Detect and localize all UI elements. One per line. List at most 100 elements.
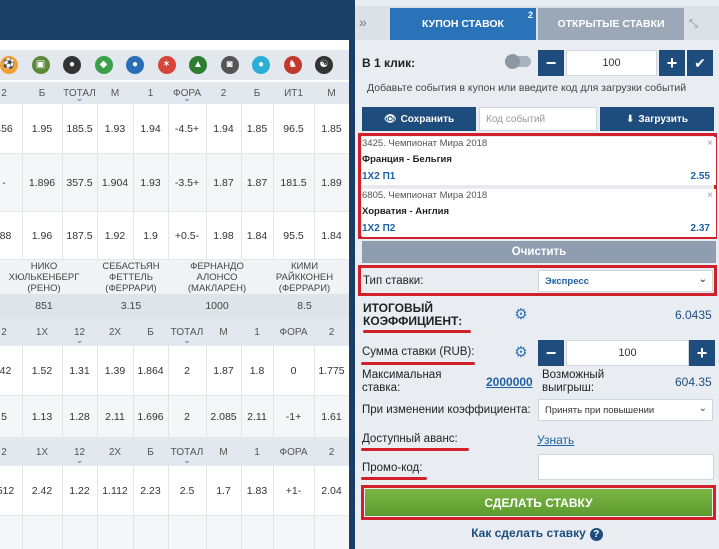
stake-amount-input[interactable]: 100: [566, 340, 689, 366]
odds-cell[interactable]: 0: [273, 346, 314, 395]
max-stake-link[interactable]: 2000000: [486, 375, 533, 389]
odds-cell[interactable]: 2.11: [97, 396, 133, 437]
event-code-input[interactable]: [479, 107, 597, 131]
odds-cell[interactable]: 1.87: [241, 154, 273, 211]
odds-cell[interactable]: 96.5: [273, 104, 314, 153]
tennis-icon[interactable]: ▣: [31, 56, 50, 74]
odds-cell[interactable]: 1.7: [206, 466, 241, 515]
odds-cell[interactable]: 1.904: [97, 154, 133, 211]
odds-cell[interactable]: 1.896: [22, 154, 62, 211]
odds-cell[interactable]: 1.696: [133, 396, 168, 437]
odds-cell[interactable]: [62, 516, 97, 549]
rugby-icon[interactable]: ◆: [94, 56, 113, 74]
driver-odds[interactable]: 3.15: [88, 294, 174, 318]
odds-cell[interactable]: 2.04: [314, 466, 349, 515]
odds-cell[interactable]: +0.5-: [168, 212, 206, 259]
odds-cell[interactable]: 1.87: [206, 346, 241, 395]
odds-cell[interactable]: 2.23: [133, 466, 168, 515]
driver-odds[interactable]: 1000: [174, 294, 260, 318]
odds-cell[interactable]: [133, 516, 168, 549]
odds-cell[interactable]: 1.84: [314, 212, 349, 259]
driver-odds[interactable]: 8.5: [260, 294, 349, 318]
odds-cell[interactable]: 1.83: [241, 466, 273, 515]
odds-cell[interactable]: .42: [0, 346, 22, 395]
hockey-icon[interactable]: ●: [63, 56, 81, 74]
odds-cell[interactable]: 2: [168, 346, 206, 395]
remove-event-icon[interactable]: ×: [707, 138, 713, 149]
odds-cell[interactable]: 2.085: [206, 396, 241, 437]
odds-cell[interactable]: 1.9: [133, 212, 168, 259]
odds-cell[interactable]: 1.95: [22, 104, 62, 153]
advance-link[interactable]: Узнать: [537, 433, 574, 447]
odds-cell[interactable]: -1+: [273, 396, 314, 437]
odds-cell[interactable]: 1.61: [314, 396, 349, 437]
tab-coupon[interactable]: Купон ставок: [390, 8, 536, 40]
odds-cell[interactable]: [168, 516, 206, 549]
odds-cell[interactable]: 1.864: [133, 346, 168, 395]
odds-cell[interactable]: -4.5+: [168, 104, 206, 153]
one-click-toggle[interactable]: [505, 54, 531, 69]
odds-cell[interactable]: [22, 516, 62, 549]
odds-cell[interactable]: 1.22: [62, 466, 97, 515]
odds-cell[interactable]: 1.31: [62, 346, 97, 395]
odds-cell[interactable]: 95.5: [273, 212, 314, 259]
odds-cell[interactable]: 187.5: [62, 212, 97, 259]
odds-cell[interactable]: 1.85: [314, 104, 349, 153]
odds-cell[interactable]: 1.775: [314, 346, 349, 395]
odds-cell[interactable]: 1.92: [97, 212, 133, 259]
odds-cell[interactable]: [206, 516, 241, 549]
how-to-bet-link[interactable]: Как сделать ставку?: [355, 526, 719, 541]
odds-cell[interactable]: [0, 516, 22, 549]
odds-cell[interactable]: -: [0, 154, 22, 211]
expand-icon[interactable]: ⤡: [689, 18, 698, 31]
odds-cell[interactable]: -3.5+: [168, 154, 206, 211]
one-click-amount-input[interactable]: 100: [566, 50, 657, 76]
bet-type-select[interactable]: Экспресс ⌄: [538, 270, 713, 292]
odds-cell[interactable]: 1.85: [241, 104, 273, 153]
odds-cell[interactable]: 1.8: [241, 346, 273, 395]
driver-odds[interactable]: 851: [0, 294, 88, 318]
on-change-select[interactable]: Принять при повышении ⌄: [538, 399, 713, 421]
odds-cell[interactable]: 1.28: [62, 396, 97, 437]
one-click-confirm-button[interactable]: ✔: [687, 50, 713, 76]
odds-cell[interactable]: 185.5: [62, 104, 97, 153]
stake-minus-button[interactable]: −: [538, 340, 564, 366]
odds-cell[interactable]: 1.52: [22, 346, 62, 395]
martial-arts-icon[interactable]: ☯: [315, 56, 333, 74]
odds-cell[interactable]: 1.94: [206, 104, 241, 153]
odds-cell[interactable]: 357.5: [62, 154, 97, 211]
odds-cell[interactable]: .88: [0, 212, 22, 259]
odds-cell[interactable]: .512: [0, 466, 22, 515]
gamepad-icon[interactable]: ◙: [220, 56, 239, 74]
odds-cell[interactable]: 1.39: [97, 346, 133, 395]
odds-cell[interactable]: 1.93: [97, 104, 133, 153]
clear-button[interactable]: Очистить: [362, 241, 716, 263]
odds-cell[interactable]: [273, 516, 314, 549]
volleyball-icon[interactable]: ●: [126, 56, 144, 74]
make-bet-button[interactable]: Сделать ставку: [365, 489, 712, 516]
odds-cell[interactable]: 1.84: [241, 212, 273, 259]
odds-cell[interactable]: 456: [0, 104, 22, 153]
odds-cell[interactable]: 1.96: [22, 212, 62, 259]
odds-cell[interactable]: 2.5: [168, 466, 206, 515]
save-button[interactable]: 👁 Сохранить: [362, 107, 476, 131]
esports-icon[interactable]: ▲: [189, 56, 207, 74]
horse-icon[interactable]: ♞: [283, 56, 302, 74]
odds-cell[interactable]: 5: [0, 396, 22, 437]
gear-icon[interactable]: ⚙: [514, 307, 528, 322]
odds-cell[interactable]: 1.87: [206, 154, 241, 211]
odds-cell[interactable]: 2.42: [22, 466, 62, 515]
one-click-plus-button[interactable]: +: [659, 50, 685, 76]
promo-code-input[interactable]: [538, 454, 714, 480]
stake-plus-button[interactable]: +: [689, 340, 715, 366]
odds-cell[interactable]: 1.94: [133, 104, 168, 153]
odds-cell[interactable]: 181.5: [273, 154, 314, 211]
odds-cell[interactable]: 1.98: [206, 212, 241, 259]
remove-event-icon[interactable]: ×: [707, 190, 713, 201]
football-icon[interactable]: ⚽: [0, 56, 18, 74]
odds-cell[interactable]: +1-: [273, 466, 314, 515]
odds-cell[interactable]: 1.89: [314, 154, 349, 211]
odds-cell[interactable]: [97, 516, 133, 549]
collapse-arrows-icon[interactable]: »: [359, 14, 367, 30]
gear-icon[interactable]: ⚙: [514, 345, 528, 360]
